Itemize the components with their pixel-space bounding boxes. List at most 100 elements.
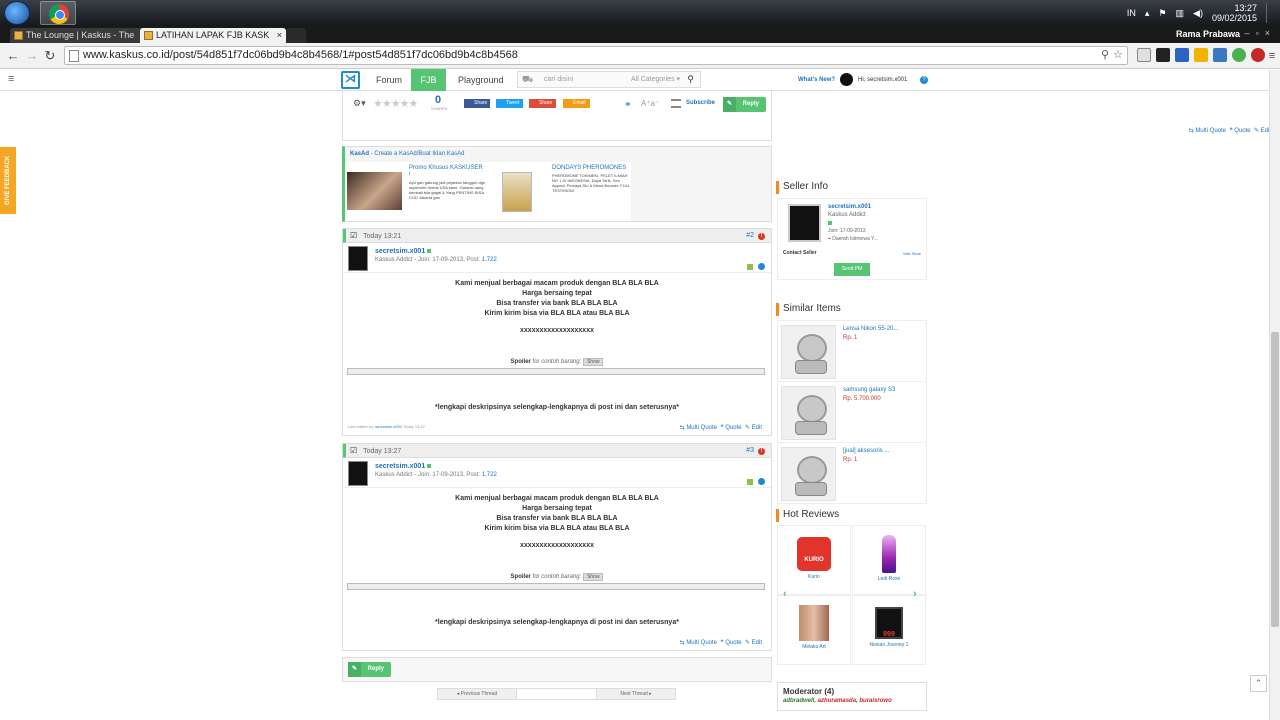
subscribe-link[interactable]: Subscribe	[686, 100, 715, 106]
extension-icon[interactable]	[1213, 48, 1227, 62]
ad-1-title[interactable]: Promo Khusus KASKUSER !	[409, 165, 484, 179]
review-item[interactable]: 999 Nexian Journey 1	[852, 595, 926, 665]
font-size-icon[interactable]: A⁺a⁻	[641, 99, 659, 108]
similar-item[interactable]: Lensa Nikon 55-20... Rp. 1	[778, 321, 926, 382]
moderator-link[interactable]: buraisrowo	[859, 698, 891, 704]
similar-item-title[interactable]: Lensa Nikon 55-20...	[843, 326, 898, 332]
review-item[interactable]: KURIO Kurio	[777, 525, 851, 595]
multi-quote-link[interactable]: ⇆ Multi Quote	[1189, 128, 1226, 134]
kaskus-logo[interactable]: ⋊	[341, 71, 360, 89]
review-item[interactable]: Ledi Rose	[852, 525, 926, 595]
nav-playground[interactable]: Playground	[458, 69, 504, 91]
email-share-button[interactable]: Email	[563, 99, 590, 108]
edit-link[interactable]: ✎ Edit	[745, 640, 762, 646]
chrome-user-name[interactable]: Rama Prabawa	[1176, 27, 1240, 42]
reload-icon[interactable]: ↻	[42, 48, 58, 64]
tab-the-lounge[interactable]: The Lounge | Kaskus - The ×	[10, 28, 156, 43]
extension-icon[interactable]	[1156, 48, 1170, 62]
visit-store-link[interactable]: Visit Store	[903, 251, 921, 256]
similar-item-title[interactable]: [jual] aksesoris ...	[843, 448, 889, 454]
star-icon[interactable]: ☆	[1113, 47, 1123, 64]
search-input[interactable]: cari disini	[544, 72, 573, 87]
facebook-share-button[interactable]: Share	[464, 99, 490, 108]
show-spoiler-button[interactable]: Show	[582, 358, 604, 366]
moderator-link[interactable]: azhuramasda	[818, 698, 856, 704]
volume-icon[interactable]: ◀)	[1193, 8, 1203, 19]
gear-icon[interactable]: ⚙▾	[353, 98, 366, 109]
googleplus-share-button[interactable]: Share	[529, 99, 556, 108]
edit-link[interactable]: ✎ Edit	[745, 425, 762, 431]
similar-item[interactable]: [jual] aksesoris ... Rp. 1	[778, 443, 926, 504]
avatar[interactable]	[840, 73, 853, 86]
rating-stars[interactable]: ★★★★★	[373, 97, 418, 110]
avatar[interactable]	[348, 246, 368, 271]
report-icon[interactable]: !	[758, 233, 765, 240]
tray-arrow-icon[interactable]: ▴	[1145, 8, 1150, 19]
chrome-taskbar-button[interactable]	[40, 1, 76, 25]
multi-quote-link[interactable]: ⇆ Multi Quote	[680, 425, 717, 431]
page-scrollbar[interactable]	[1269, 70, 1280, 720]
post-number[interactable]: #3	[746, 447, 754, 454]
start-button[interactable]	[4, 1, 30, 25]
last-edited-user[interactable]: secretsim.x001	[375, 424, 402, 429]
post-number[interactable]: #2	[746, 232, 754, 239]
report-icon[interactable]: !	[758, 448, 765, 455]
nav-forum[interactable]: Forum	[376, 69, 402, 91]
search-icon[interactable]: ⚲	[1101, 47, 1109, 64]
send-pm-button[interactable]: Send PM	[834, 263, 870, 276]
extension-icon[interactable]	[1232, 48, 1246, 62]
clock[interactable]: 13:27 09/02/2015	[1212, 3, 1257, 23]
action-center-icon[interactable]: ⚑	[1158, 8, 1166, 19]
show-desktop-button[interactable]	[1266, 3, 1274, 23]
username[interactable]: secretsim.x001	[375, 248, 432, 255]
close-icon[interactable]: ×	[277, 28, 282, 43]
give-feedback-tab[interactable]: GIVE FEEDBACK	[0, 147, 16, 214]
extension-icon[interactable]	[1175, 48, 1189, 62]
extension-icon[interactable]	[1137, 48, 1151, 62]
reply-button[interactable]: ✎ Reply	[348, 662, 391, 677]
next-arrow-icon[interactable]: ›	[913, 588, 917, 600]
scrollbar-thumb[interactable]	[1271, 332, 1279, 627]
twitter-share-button[interactable]: Tweet	[496, 99, 523, 108]
ad-2[interactable]: DONDAYS PHEROMONES PHEROMONE TOKIMEKI, P…	[488, 162, 631, 221]
review-item[interactable]: Melaku Art	[777, 595, 851, 665]
checkbox-icon[interactable]: ☑	[350, 446, 357, 455]
network-icon[interactable]: ▥	[1176, 8, 1185, 19]
chrome-menu-icon[interactable]: ≡	[1264, 48, 1280, 64]
link-icon[interactable]: ⚭	[624, 99, 632, 110]
multi-quote-link[interactable]: ⇆ Multi Quote	[680, 640, 717, 646]
whats-new-link[interactable]: What's New?	[798, 69, 835, 91]
quote-link[interactable]: ❝ Quote	[1229, 128, 1250, 134]
help-icon[interactable]: ?	[920, 76, 928, 84]
username[interactable]: secretsim.x001	[375, 463, 432, 470]
seller-username[interactable]: secretsim.x001	[828, 204, 871, 210]
window-controls[interactable]: –▫×	[1245, 28, 1276, 38]
hamburger-menu-icon[interactable]: ≡	[8, 73, 14, 85]
new-tab-button[interactable]	[286, 28, 306, 43]
avatar[interactable]	[348, 461, 368, 486]
quote-link[interactable]: ❝ Quote	[720, 425, 741, 431]
quote-link[interactable]: ❝ Quote	[720, 640, 741, 646]
extension-icon[interactable]	[1194, 48, 1208, 62]
ime-indicator[interactable]: IN	[1127, 8, 1136, 18]
similar-item-title[interactable]: samsung galaxy S3	[843, 387, 895, 393]
search-icon[interactable]: ⚲	[687, 72, 694, 87]
user-post-count[interactable]: 1,722	[482, 472, 497, 478]
previous-thread-button[interactable]: ◂ Previous Thread	[437, 688, 517, 700]
adblock-icon[interactable]	[1251, 48, 1265, 62]
back-to-top-button[interactable]: ⌃	[1250, 675, 1267, 692]
show-spoiler-button[interactable]: Show	[582, 573, 604, 581]
ad-1[interactable]: Promo Khusus KASKUSER ! Ayo gan gabung j…	[345, 162, 488, 221]
moderator-link[interactable]: adbradwell	[783, 698, 814, 704]
forward-arrow-icon[interactable]: →	[24, 48, 40, 64]
kasad-create-link[interactable]: Create a KasAd/Buat Iklan KasAd	[374, 151, 464, 157]
ad-2-title[interactable]: DONDAYS PHEROMONES	[552, 165, 630, 172]
next-thread-button[interactable]: Next Thread ▸	[596, 688, 676, 700]
checkbox-icon[interactable]: ☑	[350, 231, 357, 240]
user-post-count[interactable]: 1,722	[482, 257, 497, 263]
back-arrow-icon[interactable]: ←	[5, 48, 21, 64]
seller-avatar[interactable]	[788, 204, 821, 242]
category-select[interactable]: All Categories ▾	[631, 72, 680, 87]
similar-item[interactable]: samsung galaxy S3 Rp. 5.700.000	[778, 382, 926, 443]
tab-latihan-lapak[interactable]: LATIHAN LAPAK FJB KASK ×	[140, 28, 286, 43]
